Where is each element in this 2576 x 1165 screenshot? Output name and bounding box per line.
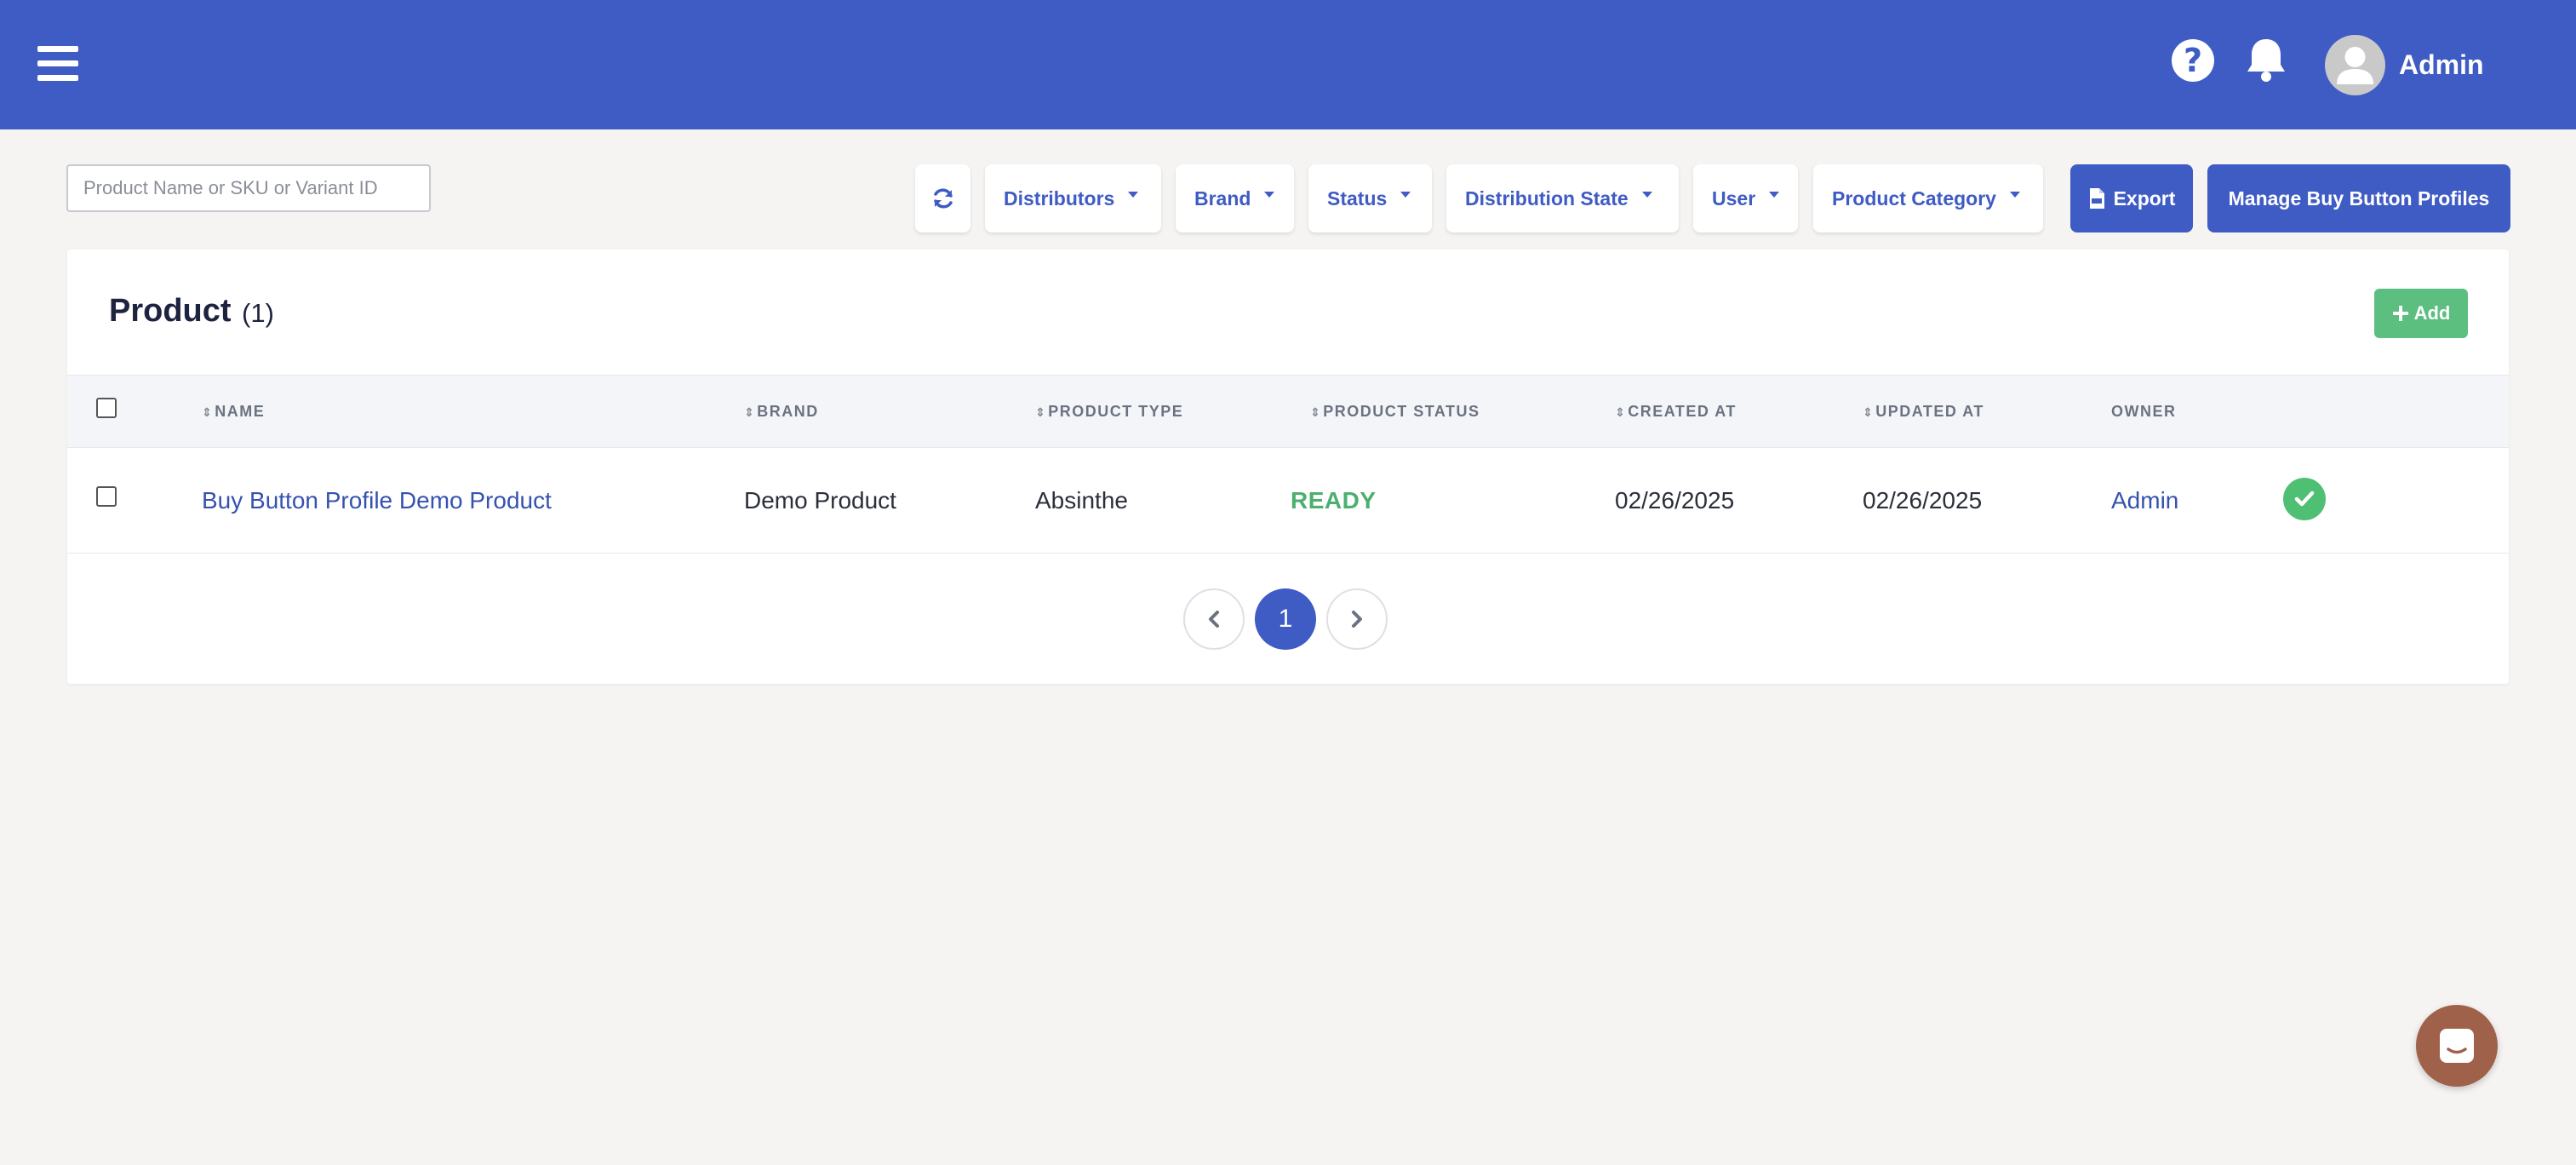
sort-icon: ⇕ (1615, 405, 1627, 419)
filter-label: User (1712, 187, 1756, 209)
page-number: 1 (1278, 605, 1293, 633)
column-label: CREATED AT (1628, 403, 1737, 420)
filter-label: Distributors (1004, 187, 1115, 209)
export-button[interactable]: Export (2070, 164, 2193, 232)
filter-product-category[interactable]: Product Category (1813, 164, 2043, 232)
product-count: (1) (242, 298, 274, 328)
column-label: UPDATED AT (1875, 403, 1984, 420)
owner-link[interactable]: Admin (2111, 486, 2178, 515)
column-product-status[interactable]: ⇕ PRODUCT STATUS (1310, 401, 1480, 422)
sort-icon: ⇕ (202, 405, 214, 419)
product-status: READY (1291, 487, 1377, 514)
filter-distribution-state[interactable]: Distribution State (1446, 164, 1679, 232)
sort-icon: ⇕ (1310, 405, 1322, 419)
select-all-checkbox[interactable] (96, 398, 117, 418)
menu-icon[interactable] (37, 43, 82, 83)
column-brand[interactable]: ⇕ BRAND (744, 401, 819, 422)
caret-down-icon (1128, 191, 1139, 198)
caret-down-icon (2009, 191, 2020, 198)
sort-icon: ⇕ (744, 405, 756, 419)
sort-icon: ⇕ (1863, 405, 1875, 419)
refresh-button[interactable] (915, 164, 970, 232)
row-checkbox[interactable] (96, 486, 117, 507)
add-label: Add (2413, 302, 2451, 324)
filter-label: Distribution State (1465, 187, 1629, 209)
refresh-icon (933, 188, 953, 209)
product-brand: Demo Product (744, 487, 896, 514)
plus-icon (2392, 306, 2408, 321)
manage-label: Manage Buy Button Profiles (2228, 187, 2490, 209)
product-type: Absinthe (1035, 487, 1128, 514)
user-name[interactable]: Admin (2399, 48, 2484, 82)
caret-down-icon (1641, 191, 1652, 198)
card-title: Product (109, 293, 232, 329)
pagination-page-1[interactable]: 1 (1255, 588, 1316, 650)
top-bar: ? Admin (0, 0, 2576, 129)
column-label: PRODUCT TYPE (1048, 403, 1184, 420)
csv-file-icon (2089, 188, 2104, 209)
chevron-left-icon (1209, 611, 1219, 628)
caret-down-icon (1264, 191, 1275, 198)
column-updated-at[interactable]: ⇕ UPDATED AT (1863, 401, 1984, 422)
filter-brand[interactable]: Brand (1176, 164, 1294, 232)
column-product-type[interactable]: ⇕ PRODUCT TYPE (1035, 401, 1183, 422)
column-created-at[interactable]: ⇕ CREATED AT (1615, 401, 1737, 422)
column-label: OWNER (2111, 403, 2177, 420)
column-owner: OWNER (2111, 401, 2177, 422)
user-avatar[interactable] (2325, 35, 2385, 95)
caret-down-icon (1400, 191, 1411, 198)
table-header: ⇕ NAME ⇕ BRAND ⇕ PRODUCT TYPE ⇕ PRODUCT STAT… (67, 375, 2509, 448)
product-name-link[interactable]: Buy Button Profile Demo Product (202, 486, 552, 515)
product-card: Product (1) Add ⇕ NAME ⇕ BRAND ⇕ PRODUCT TY… (67, 250, 2509, 684)
chevron-right-icon (1352, 611, 1362, 628)
sort-icon: ⇕ (1035, 405, 1047, 419)
filter-label: Product Category (1832, 187, 1996, 209)
bell-icon[interactable] (2244, 36, 2288, 83)
caret-down-icon (1769, 191, 1780, 198)
export-label: Export (2113, 187, 2176, 209)
filter-label: Status (1327, 187, 1388, 209)
column-label: PRODUCT STATUS (1323, 403, 1480, 420)
table-row: Buy Button Profile Demo Product Demo Pro… (67, 448, 2509, 554)
column-label: BRAND (757, 403, 819, 420)
filter-user[interactable]: User (1693, 164, 1798, 232)
filter-status[interactable]: Status (1308, 164, 1432, 232)
created-at: 02/26/2025 (1615, 487, 1735, 514)
search-input[interactable] (66, 164, 431, 212)
pagination-next-button[interactable] (1326, 588, 1388, 650)
pagination-prev-button[interactable] (1183, 588, 1245, 650)
chat-launcher-button[interactable] (2416, 1005, 2498, 1087)
add-product-button[interactable]: Add (2374, 289, 2468, 338)
check-circle-icon (2283, 478, 2326, 520)
manage-buy-button-profiles-button[interactable]: Manage Buy Button Profiles (2207, 164, 2510, 232)
filter-distributors[interactable]: Distributors (985, 164, 1161, 232)
filter-label: Brand (1194, 187, 1251, 209)
chat-icon (2440, 1029, 2474, 1063)
column-name[interactable]: ⇕ NAME (202, 401, 265, 422)
column-label: NAME (215, 403, 266, 420)
updated-at: 02/26/2025 (1863, 487, 1983, 514)
help-icon[interactable]: ? (2172, 39, 2214, 82)
